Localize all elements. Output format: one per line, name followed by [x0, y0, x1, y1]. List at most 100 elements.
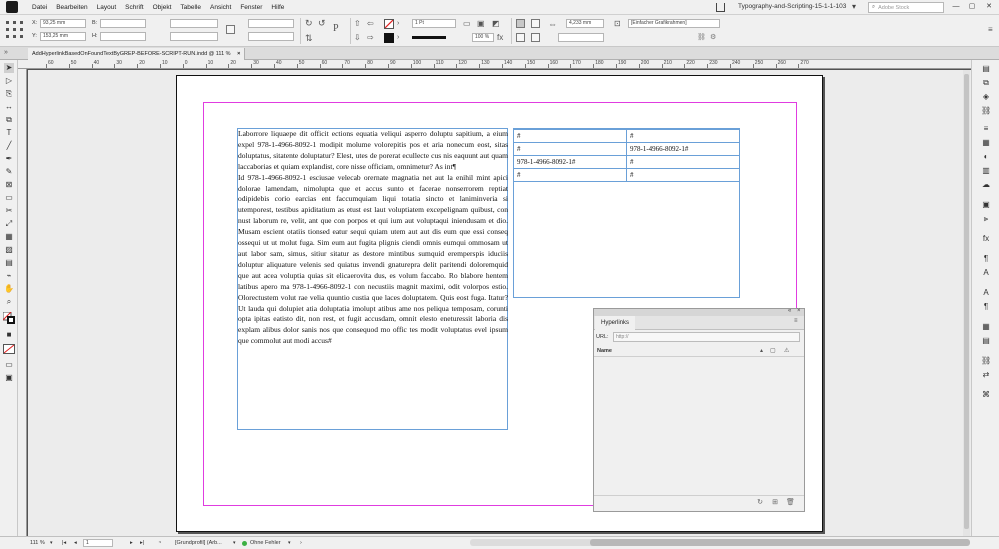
menu-ansicht[interactable]: Ansicht [210, 4, 231, 11]
x-position-field[interactable]: 93,25 mm [40, 19, 86, 28]
table-cell[interactable]: # [626, 168, 740, 182]
new-hyperlink-icon[interactable]: ⊞ [771, 499, 779, 507]
stroke-weight-field[interactable]: 1 Pt [412, 19, 456, 28]
align-panel-icon[interactable]: ⫸ [981, 214, 991, 224]
fill-dropdown-icon[interactable]: › [397, 20, 399, 27]
page-tool-icon[interactable]: ⎘ [4, 89, 14, 99]
document-tab[interactable]: AddHyperlinkBasedOnFoundTextByGREP-BEFOR… [28, 48, 246, 60]
vertical-scrollbar[interactable] [963, 70, 970, 536]
select-container-icon[interactable]: ⇧ [354, 19, 361, 28]
y-position-field[interactable]: 153,25 mm [40, 32, 86, 41]
gradient-tool-icon[interactable]: ▦ [4, 232, 14, 242]
rotation-field[interactable] [248, 19, 294, 28]
vertical-scroll-thumb[interactable] [964, 74, 969, 529]
table-panel-icon[interactable]: ▦ [981, 322, 991, 332]
width-field[interactable] [100, 19, 146, 28]
close-panel-icon[interactable]: × [797, 308, 801, 314]
panel-title-strip[interactable]: « × [594, 308, 804, 316]
gradient-panel-icon[interactable]: ▥ [981, 166, 991, 176]
constrain-proportions-icon[interactable] [226, 25, 235, 34]
preflight-status[interactable]: Ohne Fehler [250, 540, 281, 546]
paragraph-panel-icon[interactable]: ¶ [981, 302, 991, 312]
apply-none-icon[interactable] [3, 344, 15, 354]
maximize-button[interactable]: ▢ [966, 2, 978, 12]
zoom-tool-icon[interactable]: ⌕ [4, 297, 14, 307]
menu-bearbeiten[interactable]: Bearbeiten [56, 4, 87, 11]
line-tool-icon[interactable]: ╱ [4, 141, 14, 151]
select-previous-icon[interactable]: ⇦ [367, 19, 374, 28]
pen-tool-icon[interactable]: ✒ [4, 154, 14, 164]
data-table[interactable]: # # # 978-1-4966-8092-1# 978-1-4966-8092… [513, 129, 740, 182]
menu-layout[interactable]: Layout [97, 4, 117, 11]
adobe-stock-search[interactable]: ⌕ Adobe Stock [868, 2, 944, 13]
frame-fitting-icon[interactable]: ⊡ [614, 19, 621, 28]
tab-scroll-icon[interactable]: » [4, 49, 8, 56]
menu-datei[interactable]: Datei [32, 4, 47, 11]
direct-selection-tool-icon[interactable]: ▷ [4, 76, 14, 86]
preflight-menu-icon[interactable]: › [300, 540, 302, 546]
selection-tool-icon[interactable]: ➤ [4, 63, 14, 73]
fit-frame-icon[interactable]: ⇔ [548, 19, 557, 29]
table-cell[interactable]: # [513, 168, 627, 182]
select-content-icon[interactable]: ⇩ [354, 33, 361, 42]
drop-shadow-icon[interactable]: ◩ [492, 19, 500, 28]
cross-references-icon[interactable]: ⇄ [981, 370, 991, 380]
stroke-panel-icon[interactable]: ≡ [981, 124, 991, 134]
stroke-style-icon[interactable]: ▭ [463, 19, 471, 28]
sort-icon[interactable]: ▴ [760, 347, 763, 354]
select-next-icon[interactable]: ⇨ [367, 33, 374, 42]
open-in-new-window-icon[interactable]: ◔ [158, 540, 161, 546]
layers-icon[interactable]: ◈ [981, 92, 991, 102]
effects-panel-icon[interactable]: fx [981, 234, 991, 244]
pages-icon[interactable]: ⧉ [981, 78, 991, 88]
rotate-cw-icon[interactable]: ↻ [305, 18, 313, 29]
page-column-icon[interactable]: ▢ [770, 347, 776, 354]
name-column-header[interactable]: Name [597, 348, 612, 354]
table-cell[interactable]: # [513, 129, 627, 143]
scissors-tool-icon[interactable]: ✂ [4, 206, 14, 216]
align-left-edge-icon[interactable] [516, 19, 525, 28]
hyperlinks-list[interactable] [594, 358, 804, 494]
first-page-icon[interactable]: |◂ [62, 540, 66, 546]
character-panel-icon[interactable]: A [981, 288, 991, 298]
align-middle-icon[interactable] [531, 33, 540, 42]
cc-libraries-icon[interactable]: ☁ [981, 180, 991, 190]
table-cell[interactable]: # [626, 155, 740, 169]
reference-point-grid-icon[interactable] [4, 19, 26, 41]
share-icon[interactable] [716, 3, 725, 12]
scripts-icon[interactable]: ⌘ [981, 390, 991, 400]
align-top-icon[interactable] [516, 33, 525, 42]
minimize-button[interactable]: — [950, 2, 962, 12]
menu-objekt[interactable]: Objekt [153, 4, 172, 11]
flip-horizontal-icon[interactable]: P [333, 23, 339, 34]
fill-none-swatch-icon[interactable] [384, 19, 394, 29]
horizontal-scrollbar[interactable] [470, 539, 970, 546]
stroke-dropdown-icon[interactable]: › [397, 34, 399, 41]
preflight-profile[interactable]: [Grundprofil] (Arb... [175, 540, 222, 546]
object-style-dropdown[interactable]: [Einfacher Grafikrahmen] [628, 19, 720, 28]
url-input[interactable]: http:// [613, 332, 800, 342]
page-number-field[interactable]: 1 [83, 539, 113, 547]
scale-x-field[interactable] [170, 19, 218, 28]
close-window-button[interactable]: ✕ [983, 2, 995, 12]
rotate-ccw-icon[interactable]: ↺ [318, 18, 326, 29]
menu-tabelle[interactable]: Tabelle [180, 4, 201, 11]
properties-icon[interactable]: ▤ [981, 64, 991, 74]
menu-schrift[interactable]: Schrift [125, 4, 143, 11]
color-icon[interactable]: ◐ [981, 152, 991, 162]
stroke-swatch-icon[interactable] [384, 33, 394, 43]
opacity-field[interactable]: 100 % [472, 33, 494, 42]
note-tool-icon[interactable]: ▤ [4, 258, 14, 268]
align-center-icon[interactable] [531, 19, 540, 28]
control-panel-menu-icon[interactable]: ≡ [988, 25, 993, 34]
eyedropper-tool-icon[interactable]: ⌁ [4, 271, 14, 281]
links-icon[interactable]: ⛓ [981, 106, 991, 116]
menu-fenster[interactable]: Fenster [240, 4, 262, 11]
link-settings-icon[interactable]: ⚙ [710, 33, 716, 41]
reference-value-field[interactable]: 4,233 mm [566, 19, 604, 28]
corner-options-field[interactable] [558, 33, 604, 42]
table-cell[interactable]: 978-1-4966-8092-1# [626, 142, 740, 156]
paragraph-styles-icon[interactable]: ¶ [981, 254, 991, 264]
gap-tool-icon[interactable]: ↔ [4, 102, 14, 112]
close-tab-icon[interactable]: × [237, 51, 240, 57]
